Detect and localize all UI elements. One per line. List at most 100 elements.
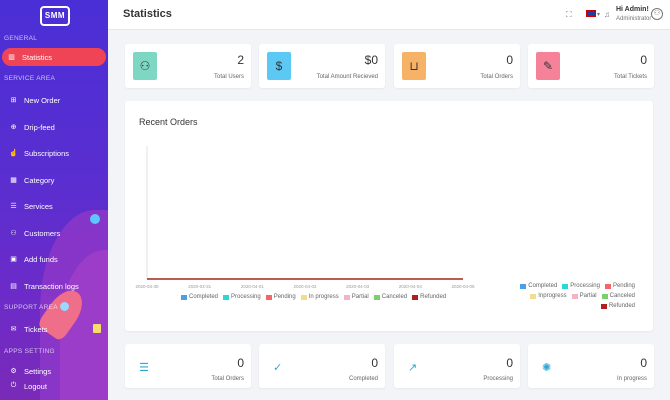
sidebar-item-label: Logout (24, 381, 47, 391)
sidebar-item-label: Drip-feed (24, 122, 55, 132)
x-tick-label: 2020-04-02 (293, 284, 317, 289)
sidebar-item-transaction-logs[interactable]: ▤ Transaction logs (4, 277, 104, 295)
list-icon: ☰ (139, 362, 149, 374)
sidebar-item-label: Statistics (22, 52, 53, 62)
sidebar-item-label: New Order (24, 95, 61, 105)
sidebar-item-label: Add funds (24, 254, 58, 264)
gear-icon: ⚙ (10, 368, 17, 375)
legend-item[interactable]: Refunded (600, 301, 635, 311)
sidebar-item-drip-feed[interactable]: ⊕ Drip-feed (4, 118, 104, 136)
avatar[interactable]: ⚇ (651, 8, 663, 20)
recent-orders-card: Recent Orders 2020-03-30 2020-03-31 2020-0… (125, 101, 653, 331)
legend-item[interactable]: Canceled (601, 291, 635, 301)
cart-icon: ⊞ (10, 97, 17, 104)
bar-chart-icon: ▥ (8, 54, 15, 61)
legend-label: Processing (231, 294, 261, 300)
stat-label: Completed (348, 376, 378, 382)
cart-icon: ⊔ (402, 52, 426, 80)
legend-item[interactable]: Partial (571, 291, 597, 301)
sidebar-item-tickets[interactable]: ✉ Tickets (4, 320, 104, 338)
user-role: Administrator (616, 16, 652, 22)
x-tick-label: 2020-03-30 (135, 284, 159, 289)
ticket-icon: ✎ (536, 52, 560, 80)
legend-label: Canceled (609, 293, 635, 299)
line-chart-legend: Completed Processing Pending In progress Par… (181, 292, 481, 302)
fullscreen-icon[interactable]: ⛶ (566, 10, 572, 20)
legend-item[interactable]: Pending (265, 292, 296, 302)
legend-item[interactable]: Processing (223, 292, 261, 302)
pie-chart-legend: Completed Processing Pending Inprogress Part… (500, 281, 640, 311)
check-icon: ✓ (273, 362, 283, 374)
legend-item[interactable]: Completed (181, 292, 218, 302)
ticket-icon: ✉ (10, 326, 17, 333)
wallet-icon: ▣ (10, 256, 17, 263)
top-bar: Statistics ⛶ ▾ ♫ Hi Admin! Administrator… (108, 0, 670, 30)
x-tick-label: 2020-04-01 (241, 284, 265, 289)
stat-value: 0 (640, 53, 647, 67)
stat-value: 0 (506, 356, 513, 370)
sidebar-item-label: Services (24, 201, 53, 211)
legend-label: Pending (273, 294, 296, 300)
legend-item[interactable]: Refunded (412, 292, 446, 302)
legend-label: Refunded (608, 303, 635, 309)
language-flag-icon[interactable] (586, 10, 596, 17)
receipt-icon: ▤ (10, 283, 17, 290)
legend-label: Refunded (420, 294, 447, 300)
sidebar-item-subscriptions[interactable]: ☝ Subscriptions (4, 144, 104, 162)
power-icon: ⏻ (10, 382, 17, 389)
legend-item[interactable]: Partial (343, 292, 369, 302)
legend-label: Partial (351, 294, 369, 300)
sidebar-item-add-funds[interactable]: ▣ Add funds (4, 250, 104, 268)
legend-swatch (300, 294, 307, 300)
stat-label: Total Users (213, 74, 244, 80)
section-title-support-area: SUPPORT AREA (4, 304, 58, 311)
x-tick-label: 2020-04-05 (451, 284, 475, 289)
legend-swatch (601, 293, 608, 299)
stat-label: Total Amount Recieved (316, 74, 378, 80)
users-icon: ⚇ (133, 52, 157, 80)
section-title-general: GENERAL (4, 35, 38, 42)
sidebar-item-new-order[interactable]: ⊞ New Order (4, 91, 104, 109)
x-tick-label: 2020-04-03 (346, 284, 370, 289)
sidebar-item-statistics[interactable]: ▥ Statistics (2, 48, 106, 66)
stat-card-total-orders: ⊔ 0 Total Orders (394, 44, 520, 88)
sidebar-item-customers[interactable]: ⚇ Customers (4, 224, 104, 242)
legend-label: Processing (570, 283, 600, 289)
planet-decoration (90, 214, 100, 224)
sidebar-item-label: Transaction logs (24, 281, 79, 291)
legend-swatch (181, 294, 187, 300)
brand-logo[interactable]: SMM (40, 6, 70, 26)
section-title-apps-setting: APPS SETTING (4, 348, 55, 355)
thumbs-up-icon: ☝ (9, 150, 18, 157)
legend-swatch (373, 294, 380, 300)
legend-item[interactable]: Canceled (373, 292, 407, 302)
users-icon: ⚇ (10, 230, 17, 237)
stat-card-orders-total: ☰ 0 Total Orders (125, 344, 251, 388)
legend-swatch (343, 294, 350, 300)
sidebar-item-category[interactable]: ▦ Category (4, 171, 104, 189)
trend-up-icon: ↗ (408, 362, 418, 374)
stat-card-processing: ↗ 0 Processing (394, 344, 520, 388)
legend-swatch (520, 283, 527, 289)
stat-card-total-tickets: ✎ 0 Total Tickets (528, 44, 654, 88)
legend-item[interactable]: Inprogress (530, 291, 567, 301)
spinner-icon: ✺ (542, 362, 552, 374)
legend-item[interactable]: Processing (562, 281, 600, 291)
bell-icon[interactable]: ♫ (604, 10, 610, 19)
stat-value: 0 (237, 356, 244, 370)
legend-item[interactable]: Completed (520, 281, 557, 291)
legend-swatch (571, 293, 578, 299)
sidebar-item-label: Settings (24, 366, 52, 376)
stat-card-total-users: ⚇ 2 Total Users (125, 44, 251, 88)
legend-swatch (600, 303, 607, 309)
chevron-down-icon[interactable]: ▾ (597, 11, 600, 18)
legend-item[interactable]: Pending (604, 281, 635, 291)
legend-swatch (530, 293, 537, 299)
sidebar-item-logout[interactable]: ⏻ Logout (4, 377, 104, 395)
legend-swatch (223, 294, 230, 300)
sidebar-item-services[interactable]: ☰ Services (4, 197, 104, 215)
sidebar-item-label: Category (24, 175, 55, 185)
stat-card-total-amount: $ $0 Total Amount Recieved (259, 44, 385, 88)
legend-item[interactable]: In progress (300, 292, 339, 302)
sidebar-item-label: Tickets (24, 324, 48, 334)
